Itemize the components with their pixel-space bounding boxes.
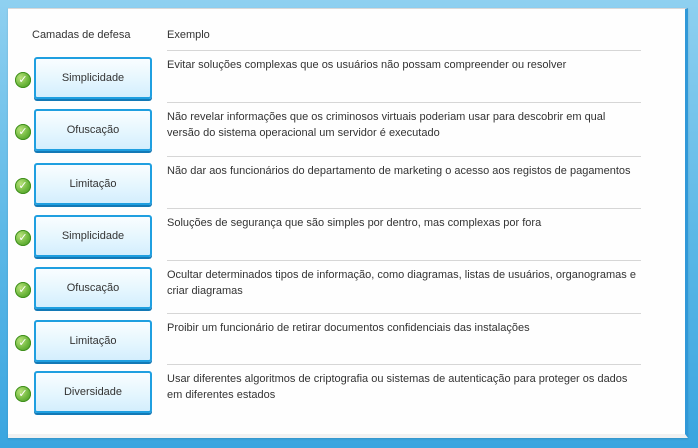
defense-layer-label: Limitação	[69, 178, 117, 190]
check-circle-icon: ✓	[15, 230, 31, 246]
row-divider	[167, 50, 641, 51]
table-row: ✓ Ofuscação Ocultar determinados tipos d…	[8, 260, 685, 313]
table-row: ✓ Simplicidade Evitar soluções complexas…	[8, 50, 685, 103]
defense-layer-button[interactable]: Ofuscação	[34, 109, 152, 151]
table-row: ✓ Simplicidade Soluções de segurança que…	[8, 208, 685, 261]
check-circle-icon: ✓	[15, 335, 31, 351]
defense-layer-label: Limitação	[69, 335, 117, 347]
row-divider	[167, 208, 641, 209]
defense-layer-button[interactable]: Diversidade	[34, 371, 152, 413]
defense-layer-button[interactable]: Limitação	[34, 163, 152, 205]
defense-layer-label: Ofuscação	[66, 124, 120, 136]
defense-layer-label: Diversidade	[63, 386, 123, 398]
defense-layer-label: Ofuscação	[66, 282, 120, 294]
example-text: Soluções de segurança que são simples po…	[167, 217, 542, 229]
example-text: Usar diferentes algoritmos de criptograf…	[167, 373, 628, 401]
check-circle-icon: ✓	[15, 72, 31, 88]
table-row: ✓ Limitação Proibir um funcionário de re…	[8, 313, 685, 366]
row-divider	[167, 313, 641, 314]
defense-layer-button[interactable]: Simplicidade	[34, 57, 152, 99]
defense-layer-button[interactable]: Limitação	[34, 320, 152, 362]
column-header-layers: Camadas de defesa	[32, 29, 131, 41]
defense-layer-button[interactable]: Simplicidade	[34, 215, 152, 257]
defense-layer-label: Simplicidade	[61, 230, 125, 242]
row-divider	[167, 260, 641, 261]
example-text: Evitar soluções complexas que os usuário…	[167, 59, 567, 71]
check-circle-icon: ✓	[15, 386, 31, 402]
example-text: Não revelar informações que os criminoso…	[167, 111, 606, 139]
column-header-example: Exemplo	[167, 29, 210, 41]
row-divider	[167, 364, 641, 365]
defense-layer-label: Simplicidade	[61, 72, 125, 84]
example-text: Não dar aos funcionários do departamento…	[167, 165, 631, 177]
example-text: Ocultar determinados tipos de informação…	[167, 269, 636, 297]
matching-panel: Camadas de defesa Exemplo ✓ Simplicidade…	[8, 8, 688, 438]
check-circle-icon: ✓	[15, 124, 31, 140]
example-text: Proibir um funcionário de retirar docume…	[167, 322, 530, 334]
table-row: ✓ Limitação Não dar aos funcionários do …	[8, 156, 685, 209]
check-circle-icon: ✓	[15, 178, 31, 194]
table-row: ✓ Diversidade Usar diferentes algoritmos…	[8, 364, 685, 417]
table-row: ✓ Ofuscação Não revelar informações que …	[8, 102, 685, 155]
check-circle-icon: ✓	[15, 282, 31, 298]
table-header: Camadas de defesa Exemplo	[8, 29, 685, 47]
row-divider	[167, 102, 641, 103]
row-divider	[167, 156, 641, 157]
defense-layer-button[interactable]: Ofuscação	[34, 267, 152, 309]
